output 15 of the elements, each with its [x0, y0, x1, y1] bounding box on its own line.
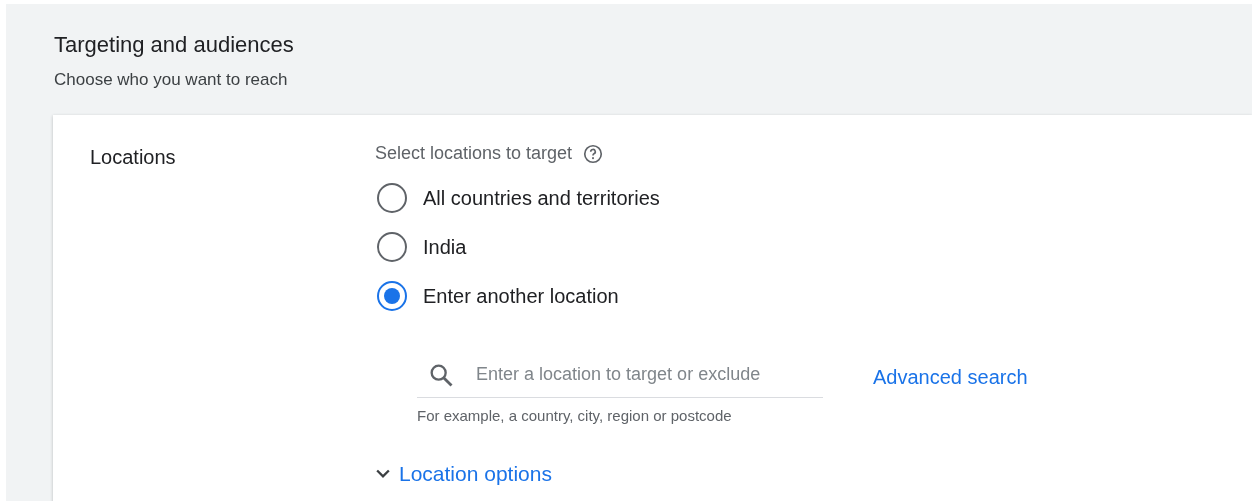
radio-button[interactable] — [377, 231, 407, 262]
radio-button[interactable] — [377, 182, 407, 213]
section-label: Locations — [90, 146, 176, 168]
section-subtitle: Choose who you want to reach — [54, 69, 289, 91]
location-search-field[interactable]: Enter a location to target or exclude — [476, 361, 816, 388]
radio-button[interactable] — [377, 280, 407, 311]
location-options-toggle[interactable]: Location options — [373, 457, 1028, 489]
hint-text: For example, a country, city, region or postcode — [417, 406, 733, 426]
advanced-search-link[interactable]: Advanced search — [873, 362, 1028, 392]
prompt-text: Select locations to target — [375, 142, 573, 165]
section-title: Targeting and audiences — [54, 31, 295, 59]
radio-label: India — [423, 234, 467, 260]
radio-label: All countries and territories — [423, 185, 660, 211]
help-icon[interactable] — [582, 142, 605, 165]
radio-label: Enter another location — [423, 283, 619, 309]
